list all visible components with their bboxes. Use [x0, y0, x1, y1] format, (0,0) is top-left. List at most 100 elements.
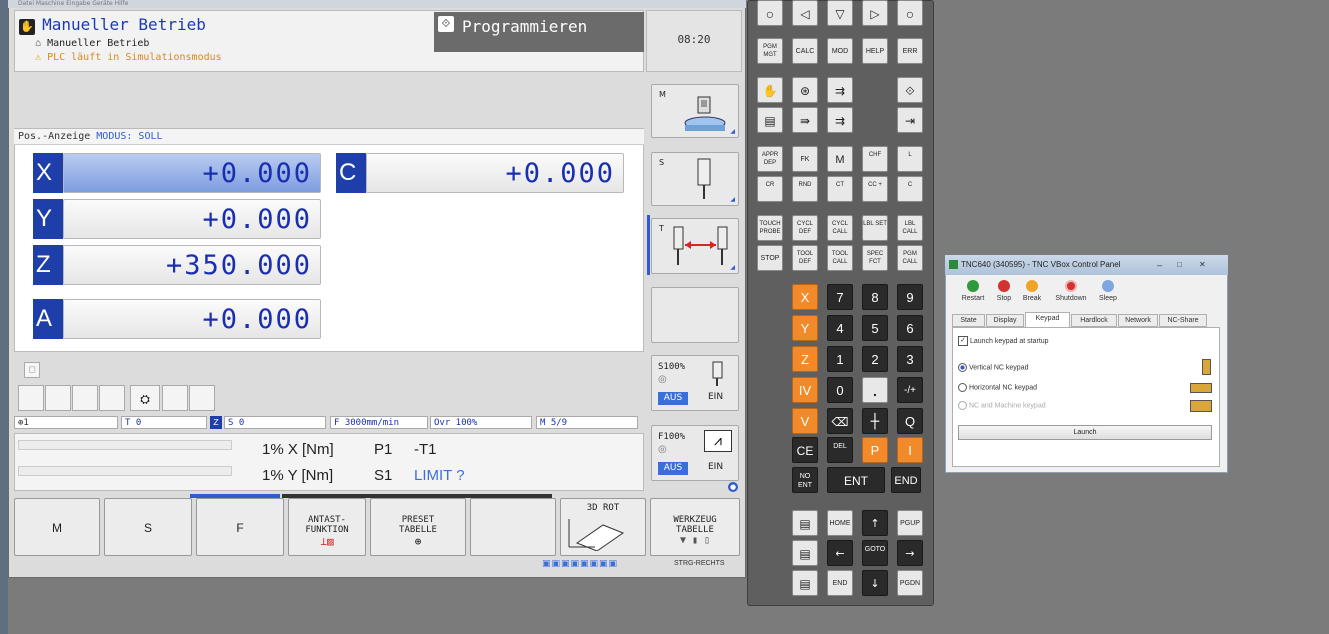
key-arrow-down-icon[interactable]: ↓: [862, 570, 888, 596]
key-ce[interactable]: CE: [792, 437, 818, 463]
key-err[interactable]: ERR: [897, 38, 923, 64]
aus-toggle[interactable]: AUS: [658, 462, 688, 475]
key-appr-dep[interactable]: APPR DEP: [757, 146, 783, 172]
side-key-m[interactable]: M ◢: [651, 84, 739, 138]
key-axis-z[interactable]: Z: [792, 346, 818, 372]
key-p[interactable]: P: [862, 437, 888, 463]
key-pgup[interactable]: PGUP: [897, 510, 923, 536]
key-c[interactable]: C: [897, 176, 923, 202]
key-plus-minus[interactable]: -/+: [897, 377, 923, 403]
restart-button[interactable]: Restart: [958, 280, 988, 310]
minimize-icon[interactable]: –: [1157, 255, 1162, 275]
info-icon[interactable]: ●: [728, 482, 738, 492]
softkey-empty[interactable]: [470, 498, 556, 556]
key-ct[interactable]: CT: [827, 176, 853, 202]
softkey-preset[interactable]: PRESET TABELLE ⊕: [370, 498, 466, 556]
key-3[interactable]: 3: [897, 346, 923, 372]
launch-at-startup[interactable]: ✓ Launch keypad at startup: [958, 336, 1049, 346]
key-8[interactable]: 8: [862, 284, 888, 310]
break-button[interactable]: Break: [1018, 280, 1046, 310]
axis-value-a[interactable]: +0.000: [63, 299, 321, 339]
key-end[interactable]: END: [891, 467, 921, 493]
sleep-button[interactable]: Sleep: [1094, 280, 1122, 310]
key-handwheel-icon[interactable]: ⊛: [792, 77, 818, 103]
key-i[interactable]: I: [897, 437, 923, 463]
key-stop[interactable]: STOP: [757, 245, 783, 271]
side-key-t[interactable]: T ◢: [651, 218, 739, 274]
key-goto[interactable]: GOTO: [862, 540, 888, 566]
axis-value-y[interactable]: +0.000: [63, 199, 321, 239]
key-5[interactable]: 5: [862, 315, 888, 341]
key-circle-left[interactable]: ○: [757, 0, 783, 26]
spindle-override[interactable]: S100% ◎ AUS EIN: [651, 355, 739, 411]
key-no-ent[interactable]: NO ENT: [792, 467, 818, 493]
key-cycl-def[interactable]: CYCL DEF: [792, 215, 818, 241]
key-lbl-set[interactable]: LBL SET: [862, 215, 888, 241]
key-fk[interactable]: FK: [792, 146, 818, 172]
key-cr[interactable]: CR: [757, 176, 783, 202]
option-nc-machine[interactable]: NC and Machine keypad: [958, 401, 1046, 410]
softkey-f[interactable]: F: [196, 498, 284, 556]
radio-selected[interactable]: [958, 363, 967, 372]
softkey-s[interactable]: S: [104, 498, 192, 556]
radio-unselected[interactable]: [958, 383, 967, 392]
aus-toggle[interactable]: AUS: [658, 392, 688, 405]
key-page-icon[interactable]: ▤: [792, 510, 818, 536]
key-cycl-call[interactable]: CYCL CALL: [827, 215, 853, 241]
programmieren-mode[interactable]: ⟐ Programmieren: [434, 12, 644, 52]
key-spec-fct[interactable]: SPEC FCT: [862, 245, 888, 271]
key-arrow-right[interactable]: ▷: [862, 0, 888, 26]
key-help[interactable]: HELP: [862, 38, 888, 64]
key-circle-right[interactable]: ○: [897, 0, 923, 26]
key-arrow-left[interactable]: ◁: [792, 0, 818, 26]
checkbox-checked[interactable]: ✓: [958, 336, 968, 346]
key-arrow-up-icon[interactable]: ↑: [862, 510, 888, 536]
key-9[interactable]: 9: [897, 284, 923, 310]
key-ent[interactable]: ENT: [827, 467, 885, 493]
key-backspace-icon[interactable]: ⌫: [827, 408, 853, 434]
key-rnd[interactable]: RND: [792, 176, 818, 202]
key-1[interactable]: 1: [827, 346, 853, 372]
radio-disabled[interactable]: [958, 401, 967, 410]
tab-state[interactable]: State: [952, 314, 985, 327]
key-tool-def[interactable]: TOOL DEF: [792, 245, 818, 271]
softkey-werkzeug[interactable]: WERKZEUG TABELLE ▼ ▮ ▯: [650, 498, 740, 556]
key-m[interactable]: M: [827, 146, 853, 172]
key-mod[interactable]: MOD: [827, 38, 853, 64]
key-axis-v[interactable]: V: [792, 408, 818, 434]
tab-network[interactable]: Network: [1118, 314, 1158, 327]
ein-toggle[interactable]: EIN: [708, 462, 723, 472]
feed-override[interactable]: F100% ◎ ⩘ AUS EIN: [651, 425, 739, 481]
key-del[interactable]: DEL: [827, 437, 853, 463]
key-positioning-icon[interactable]: ⇉: [827, 77, 853, 103]
key-2[interactable]: 2: [862, 346, 888, 372]
softkey-3d-rot[interactable]: 3D ROT: [560, 498, 646, 556]
maximize-icon[interactable]: □: [1177, 255, 1182, 275]
ein-toggle[interactable]: EIN: [708, 392, 723, 402]
key-6[interactable]: 6: [897, 315, 923, 341]
tab-keypad[interactable]: Keypad: [1025, 312, 1070, 327]
tab-nc-share[interactable]: NC-Share: [1159, 314, 1207, 327]
key-page-up-icon[interactable]: ▤: [792, 540, 818, 566]
option-horizontal[interactable]: Horizontal NC keypad: [958, 383, 1037, 392]
key-touch-probe[interactable]: TOUCH PROBE: [757, 215, 783, 241]
key-tool-call[interactable]: TOOL CALL: [827, 245, 853, 271]
key-page-down-icon[interactable]: ▤: [792, 570, 818, 596]
key-pgdn[interactable]: PGDN: [897, 570, 923, 596]
key-axis-x[interactable]: X: [792, 284, 818, 310]
key-arrow-right-icon[interactable]: →: [897, 540, 923, 566]
key-cc[interactable]: CC +: [862, 176, 888, 202]
key-axis-y[interactable]: Y: [792, 315, 818, 341]
key-home[interactable]: HOME: [827, 510, 853, 536]
softkey-m[interactable]: M: [14, 498, 100, 556]
key-calc[interactable]: CALC: [792, 38, 818, 64]
key-program-icon[interactable]: ⟐: [897, 77, 923, 103]
close-icon[interactable]: ✕: [1199, 255, 1206, 275]
key-0[interactable]: 0: [827, 377, 853, 403]
key-single-block-icon[interactable]: ▤: [757, 107, 783, 133]
key-end-nav[interactable]: END: [827, 570, 853, 596]
menu-bar[interactable]: Datei Maschine Eingabe Geräte Hilfe: [8, 0, 746, 8]
key-decimal[interactable]: .: [862, 377, 888, 403]
option-vertical[interactable]: Vertical NC keypad: [958, 363, 1028, 372]
side-key-s[interactable]: S ◢: [651, 152, 739, 206]
